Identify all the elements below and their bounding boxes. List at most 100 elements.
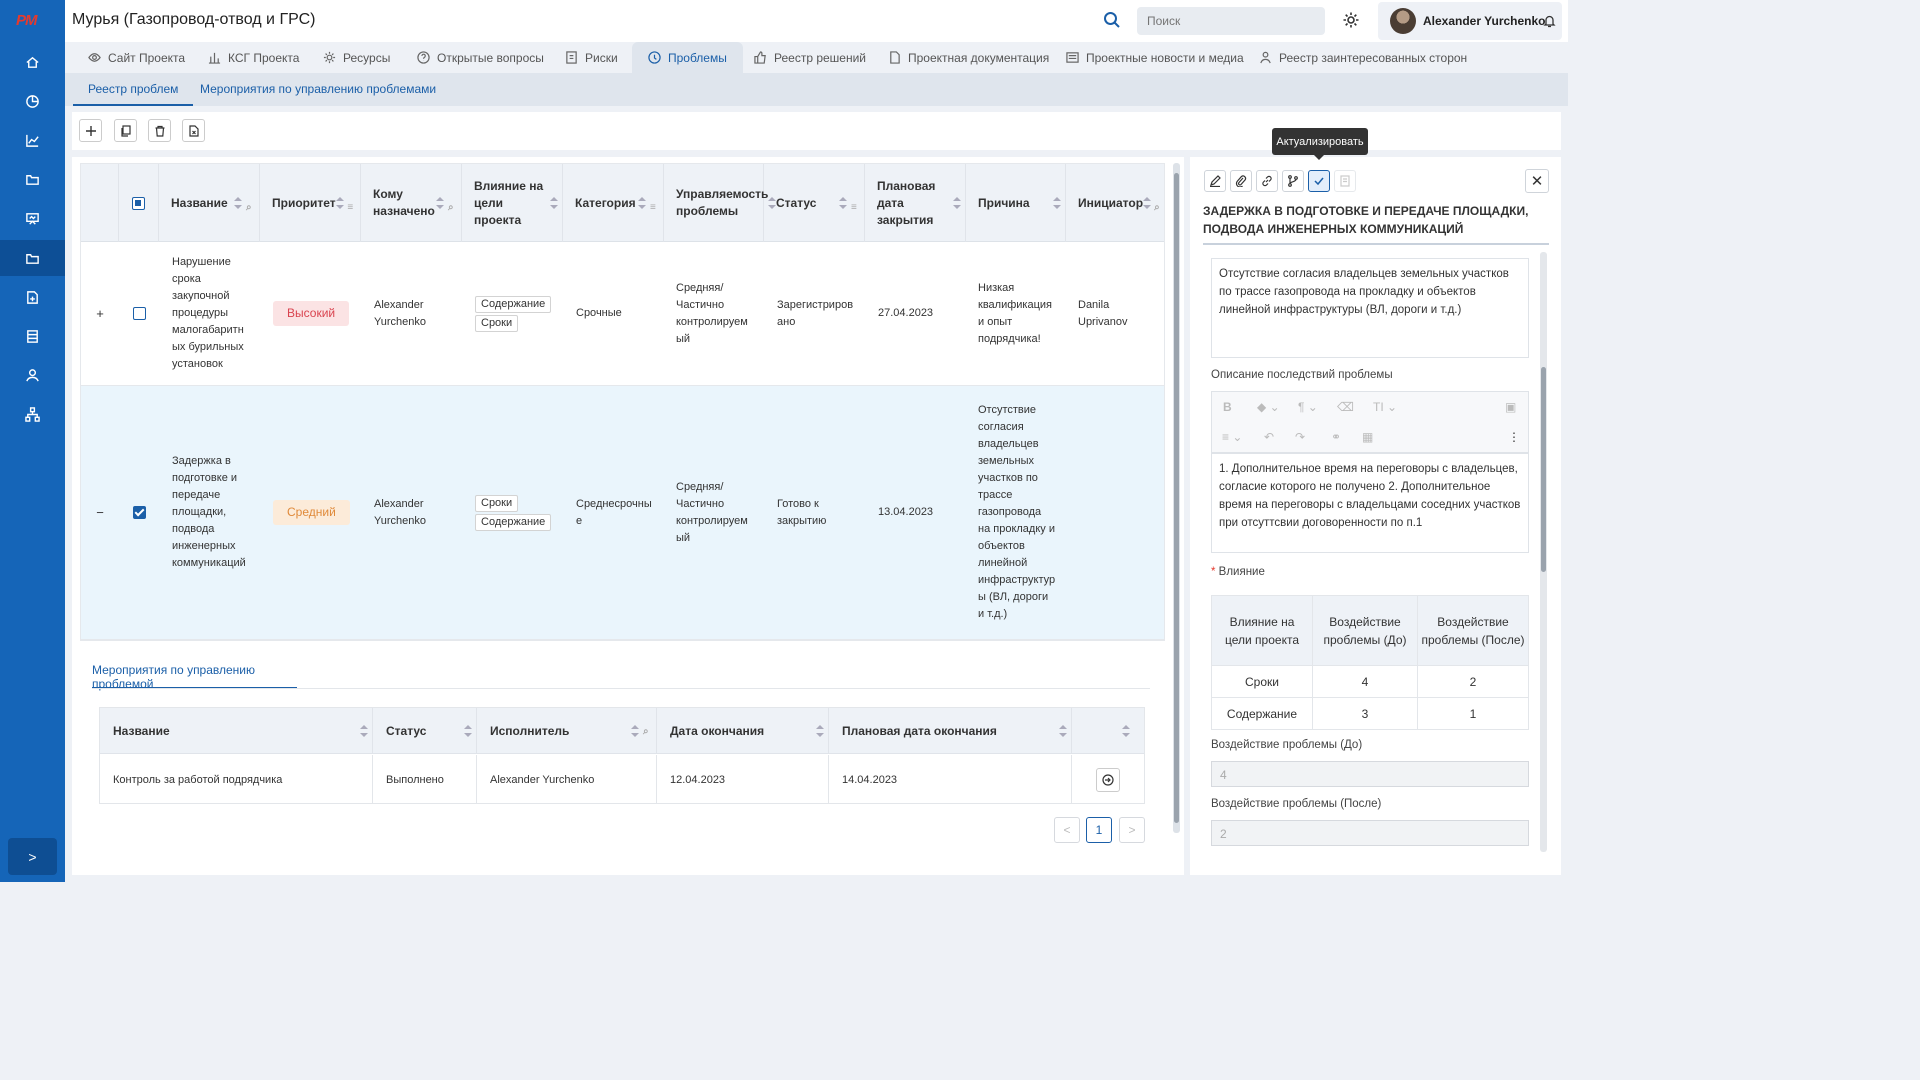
redo-icon[interactable]: ↷	[1295, 430, 1305, 444]
undo-icon[interactable]: ↶	[1264, 430, 1274, 444]
detail-scrollbar[interactable]	[1540, 252, 1547, 852]
sort-icon[interactable]	[953, 197, 961, 209]
tab-project-site[interactable]: Сайт Проекта	[88, 42, 185, 73]
paragraph-icon[interactable]: ¶ ⌄	[1298, 400, 1318, 414]
sort-icon[interactable]	[550, 197, 558, 209]
col-header-executor[interactable]: Исполнитель ⌕	[477, 708, 657, 754]
table-row[interactable]: + Нарушение срока закупочной процедуры м…	[81, 242, 1164, 386]
tab-problem-measures[interactable]: Мероприятия по управлению проблемой	[92, 655, 297, 691]
sort-icon[interactable]	[436, 197, 444, 209]
impact-after-field[interactable]: 2	[1211, 820, 1529, 846]
cause-text-field[interactable]: Отсутствие согласия владельцев земельных…	[1211, 258, 1529, 358]
sort-icon[interactable]	[1053, 197, 1061, 209]
col-header-initiator[interactable]: Инициатор ⌕	[1066, 164, 1164, 242]
sort-icon[interactable]	[234, 197, 242, 209]
tab-news[interactable]: Проектные новости и медиа	[1066, 42, 1244, 73]
sort-icon[interactable]	[464, 724, 472, 737]
more-icon[interactable]: ⋮	[1508, 430, 1520, 444]
search-icon[interactable]: ⌕	[448, 199, 457, 213]
page-number-button[interactable]: 1	[1086, 817, 1112, 843]
col-header-cause[interactable]: Причина	[966, 164, 1066, 242]
col-header-assignee[interactable]: Кому назначено ⌕	[361, 164, 462, 242]
filter-icon[interactable]: ≡	[650, 199, 659, 213]
search-icon[interactable]: ⌕	[1154, 199, 1162, 213]
folder-icon[interactable]	[0, 240, 65, 276]
bell-icon[interactable]	[1543, 14, 1556, 28]
delete-button[interactable]	[148, 119, 171, 142]
copy-button[interactable]	[114, 119, 137, 142]
close-icon[interactable]: ✕	[1525, 169, 1549, 193]
chart-pie-icon[interactable]	[0, 83, 65, 119]
col-header-planned-end-date[interactable]: Плановая дата окончания	[829, 708, 1072, 754]
search-icon[interactable]: ⌕	[246, 199, 255, 213]
sort-icon[interactable]	[335, 197, 344, 209]
grid-scrollbar[interactable]	[1173, 163, 1180, 833]
open-measure-button[interactable]	[1096, 767, 1120, 792]
tab-decisions[interactable]: Реестр решений	[754, 42, 866, 73]
align-icon[interactable]: ≡ ⌄	[1222, 430, 1242, 444]
table-icon[interactable]: ▦	[1362, 430, 1373, 444]
bold-icon[interactable]: B	[1223, 400, 1232, 414]
tab-problems[interactable]: Проблемы	[632, 42, 743, 73]
link-button[interactable]	[1256, 170, 1278, 192]
row-checkbox[interactable]	[132, 506, 146, 519]
sort-icon[interactable]	[638, 197, 646, 209]
col-header-category[interactable]: Категория ≡	[563, 164, 664, 242]
hierarchy-icon[interactable]	[0, 396, 65, 432]
subtab-problem-registry[interactable]: Реестр проблем	[73, 73, 194, 106]
app-logo[interactable]: PM	[16, 12, 37, 29]
col-header-name[interactable]: Название ⌕	[159, 164, 260, 242]
prev-page-button[interactable]: <	[1054, 817, 1080, 843]
tab-risks[interactable]: Риски	[565, 42, 618, 73]
row-checkbox[interactable]	[132, 307, 146, 320]
sort-icon[interactable]	[631, 724, 639, 737]
sort-icon[interactable]	[360, 724, 368, 737]
col-header-status[interactable]: Статус ≡	[764, 164, 865, 242]
tab-ksg[interactable]: КСГ Проекта	[208, 42, 299, 73]
select-all-checkbox[interactable]	[132, 196, 145, 210]
branch-button[interactable]	[1282, 170, 1304, 192]
subtab-problem-measures[interactable]: Мероприятия по управлению проблемами	[185, 73, 451, 106]
table-row-selected[interactable]: − Задержка в подготовке и передаче площа…	[81, 386, 1164, 640]
gear-icon[interactable]	[1342, 11, 1360, 29]
col-header-impact[interactable]: Влияние на цели проекта	[462, 164, 563, 242]
col-header-status[interactable]: Статус	[373, 708, 477, 754]
edit-button[interactable]	[1204, 170, 1226, 192]
folder-open-icon[interactable]	[0, 161, 65, 197]
filter-icon[interactable]: ≡	[851, 199, 860, 213]
col-header-priority[interactable]: Приоритет ≡	[260, 164, 361, 242]
collapse-row-button[interactable]: −	[96, 504, 104, 521]
expand-row-button[interactable]: +	[96, 305, 104, 322]
impact-before-field[interactable]: 4	[1211, 761, 1529, 787]
col-header-end-date[interactable]: Дата окончания	[657, 708, 829, 754]
user-menu[interactable]: Alexander Yurchenko	[1378, 2, 1562, 40]
user-icon[interactable]	[0, 357, 65, 393]
search-input[interactable]	[1137, 7, 1325, 35]
tab-project-docs[interactable]: Проектная документация	[888, 42, 1049, 73]
home-icon[interactable]	[0, 44, 65, 80]
consequences-text-field[interactable]: 1. Дополнительное время на переговоры с …	[1211, 453, 1529, 553]
chart-line-icon[interactable]	[0, 122, 65, 158]
sort-icon[interactable]	[816, 724, 824, 737]
tab-resources[interactable]: Ресурсы	[323, 42, 390, 73]
col-header-planned-date[interactable]: Плановая дата закрытия	[865, 164, 966, 242]
tab-stakeholders[interactable]: Реестр заинтересованных сторон	[1259, 42, 1467, 73]
add-button[interactable]	[79, 119, 102, 142]
sort-icon[interactable]	[1059, 724, 1067, 737]
attach-button[interactable]	[1230, 170, 1252, 192]
export-button[interactable]	[182, 119, 205, 142]
sort-icon[interactable]	[1122, 724, 1130, 737]
image-icon[interactable]: ▣	[1505, 400, 1516, 414]
next-page-button[interactable]: >	[1119, 817, 1145, 843]
presentation-icon[interactable]	[0, 200, 65, 236]
report-button[interactable]	[1334, 170, 1356, 192]
col-header-manageability[interactable]: Управляемость проблемы	[664, 164, 777, 242]
sort-icon[interactable]	[1143, 197, 1152, 209]
sort-icon[interactable]	[839, 197, 847, 209]
search-icon[interactable]: ⌕	[643, 726, 652, 737]
eraser-icon[interactable]: ⌫	[1337, 400, 1354, 414]
search-icon[interactable]	[1103, 11, 1121, 29]
tab-open-questions[interactable]: Открытые вопросы	[417, 42, 544, 73]
list-icon[interactable]	[0, 318, 65, 354]
filter-icon[interactable]: ≡	[347, 199, 356, 213]
